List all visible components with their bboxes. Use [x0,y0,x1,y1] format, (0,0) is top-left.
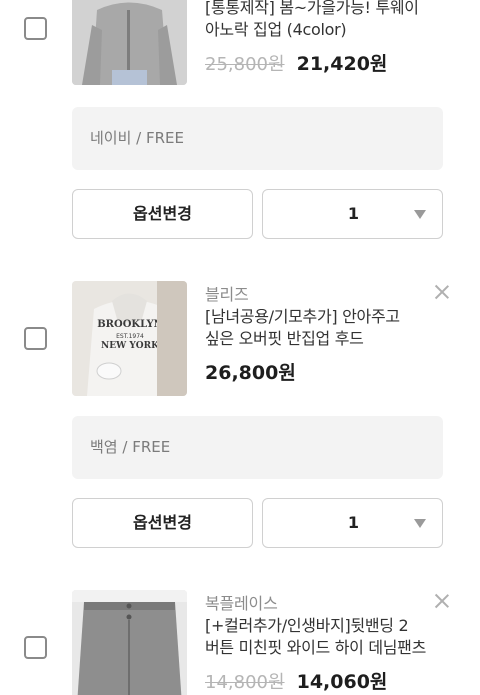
change-option-button[interactable]: 옵션변경 [72,189,253,239]
selected-option: 네이비 / FREE [72,107,443,170]
print-text: NEW YORK [101,341,160,351]
price-row: 25,800원 21,420원 [205,49,387,76]
item-checkbox[interactable] [24,17,47,40]
denim-pants-photo [72,590,187,695]
chevron-down-icon [414,210,426,219]
item-checkbox[interactable] [24,636,47,659]
product-title[interactable]: [통통제작] 봄~가을가능! 투웨이 아노락 집업 (4color) [205,0,445,41]
quantity-select[interactable]: 1 [262,498,443,548]
original-price: 14,800원 [205,672,285,693]
sale-price: 21,420원 [296,53,388,75]
chevron-down-icon [414,519,426,528]
close-icon[interactable] [433,592,451,610]
selected-option: 백염 / FREE [72,416,443,479]
sale-price: 26,800원 [205,362,296,384]
price-row: 26,800원 [205,358,296,385]
cart-page: [통통제작] 봄~가을가능! 투웨이 아노락 집업 (4color) 25,80… [0,0,480,695]
hoodie-photo [72,0,187,85]
product-title[interactable]: [+컬러추가/인생바지]뒷밴딩 2 버튼 미친핏 와이드 하이 데님팬츠 [205,615,445,659]
product-thumbnail[interactable] [72,590,187,695]
print-text: BROOKLYN [97,319,163,330]
print-text: EST.1974 [116,333,144,340]
brand-name[interactable]: 복플레이스 [205,590,278,614]
price-row: 14,800원 14,060원 [205,667,387,694]
close-icon[interactable] [433,283,451,301]
original-price: 25,800원 [205,54,285,75]
quantity-select[interactable]: 1 [262,189,443,239]
change-option-button[interactable]: 옵션변경 [72,498,253,548]
hoodie-photo: BROOKLYN EST.1974 NEW YORK [72,281,187,396]
item-checkbox[interactable] [24,327,47,350]
product-thumbnail[interactable] [72,0,187,85]
sale-price: 14,060원 [296,671,388,693]
product-title[interactable]: [남녀공용/기모추가] 안아주고 싶은 오버핏 반집업 후드 [205,306,445,350]
product-thumbnail[interactable]: BROOKLYN EST.1974 NEW YORK [72,281,187,396]
brand-name[interactable]: 블리즈 [205,281,249,305]
